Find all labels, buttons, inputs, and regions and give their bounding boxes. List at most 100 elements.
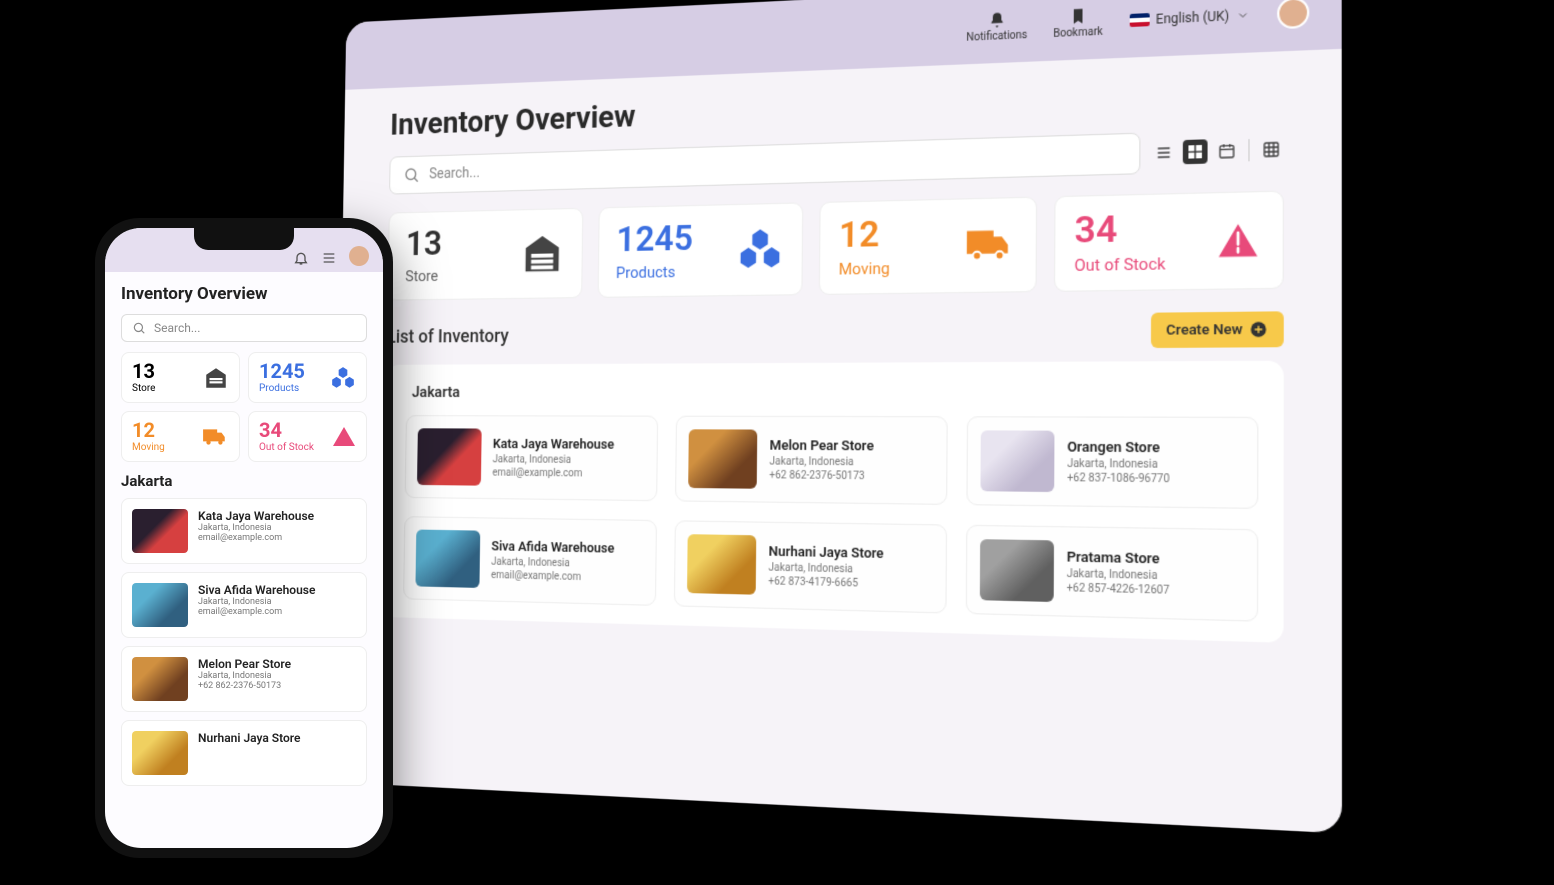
card-thumbnail xyxy=(687,534,756,595)
search-input[interactable]: Search... xyxy=(389,133,1140,195)
desktop-app: Notifications Bookmark English (UK) Inve… xyxy=(334,0,1342,833)
inventory-card[interactable]: Pratama Store Jakarta, Indonesia +62 857… xyxy=(965,525,1258,622)
stat-moving-value: 12 xyxy=(132,420,165,440)
card-contact: email@example.com xyxy=(491,569,614,583)
card-name: Orangen Store xyxy=(1067,439,1170,456)
stat-store[interactable]: 13 Store xyxy=(387,208,582,301)
card-thumbnail xyxy=(417,428,482,485)
stat-products-value: 1245 xyxy=(616,221,693,258)
mobile-device-frame: Inventory Overview Search... 13 Store 12… xyxy=(95,218,393,858)
stat-products[interactable]: 1245 Products xyxy=(248,352,367,403)
card-contact: +62 857-4226-12607 xyxy=(1067,582,1170,597)
search-placeholder: Search... xyxy=(429,165,480,183)
card-contact: +62 837-1086-96770 xyxy=(1067,472,1170,485)
mobile-app: Inventory Overview Search... 13 Store 12… xyxy=(105,228,383,848)
card-location: Jakarta, Indonesia xyxy=(198,523,314,533)
card-thumbnail xyxy=(688,429,757,488)
card-thumbnail xyxy=(132,731,188,775)
create-new-button[interactable]: Create New xyxy=(1150,311,1283,348)
boxes-icon xyxy=(737,225,784,274)
warning-icon xyxy=(1214,217,1262,265)
view-calendar-button[interactable] xyxy=(1214,138,1239,163)
bell-icon[interactable] xyxy=(293,250,309,266)
stat-store-value: 13 xyxy=(406,226,443,261)
search-input[interactable]: Search... xyxy=(121,314,367,342)
card-location: Jakarta, Indonesia xyxy=(491,556,614,570)
card-location: Jakarta, Indonesia xyxy=(1067,568,1170,582)
stat-moving-label: Moving xyxy=(132,442,165,453)
inventory-card[interactable]: Nurhani Jaya Store Jakarta, Indonesia +6… xyxy=(674,520,946,613)
stat-outofstock-value: 34 xyxy=(1074,210,1165,249)
card-contact: email@example.com xyxy=(198,607,315,617)
card-thumbnail xyxy=(132,509,188,553)
language-label: English (UK) xyxy=(1156,8,1229,27)
divider xyxy=(1248,139,1249,161)
card-name: Siva Afida Warehouse xyxy=(198,583,315,597)
stat-store[interactable]: 13 Store xyxy=(121,352,240,403)
language-selector[interactable]: English (UK) xyxy=(1129,7,1249,28)
list-title: List of Inventory xyxy=(387,325,509,347)
card-location: Jakarta, Indonesia xyxy=(769,456,873,469)
card-location: Jakarta, Indonesia xyxy=(493,454,615,466)
stat-store-label: Store xyxy=(132,383,155,394)
card-name: Pratama Store xyxy=(1067,549,1170,568)
notifications-label: Notifications xyxy=(966,29,1027,44)
bookmark-button[interactable]: Bookmark xyxy=(1053,6,1103,40)
stat-moving[interactable]: 12 Moving xyxy=(121,411,240,462)
view-list-button[interactable] xyxy=(1151,140,1176,165)
inventory-card[interactable]: Melon Pear Store Jakarta, Indonesia +62 … xyxy=(121,646,367,712)
card-location: Jakarta, Indonesia xyxy=(1067,458,1170,471)
create-new-label: Create New xyxy=(1166,321,1242,338)
search-placeholder: Search... xyxy=(154,321,200,335)
bookmark-icon xyxy=(1069,7,1087,25)
inventory-card[interactable]: Kata Jaya Warehouse Jakarta, Indonesia e… xyxy=(121,498,367,564)
warning-icon xyxy=(332,425,356,449)
inventory-card[interactable]: Melon Pear Store Jakarta, Indonesia +62 … xyxy=(675,416,947,505)
card-name: Siva Afida Warehouse xyxy=(491,538,614,556)
card-contact: +62 862-2376-50173 xyxy=(769,469,873,482)
card-location: Jakarta, Indonesia xyxy=(198,671,291,681)
inventory-card[interactable]: Siva Afida Warehouse Jakarta, Indonesia … xyxy=(121,572,367,638)
page-title: Inventory Overview xyxy=(121,284,367,304)
search-icon xyxy=(132,321,146,335)
card-name: Nurhani Jaya Store xyxy=(198,731,300,745)
card-location: Jakarta, Indonesia xyxy=(198,597,315,607)
stat-moving[interactable]: 12 Moving xyxy=(819,197,1037,295)
stat-outofstock-value: 34 xyxy=(259,420,314,440)
avatar[interactable] xyxy=(349,246,369,266)
card-name: Kata Jaya Warehouse xyxy=(198,509,314,523)
stat-store-value: 13 xyxy=(132,361,155,381)
card-thumbnail xyxy=(980,430,1054,492)
stat-products-label: Products xyxy=(616,262,693,282)
stat-products[interactable]: 1245 Products xyxy=(597,202,803,298)
inventory-card[interactable]: Siva Afida Warehouse Jakarta, Indonesia … xyxy=(403,516,657,606)
inventory-card[interactable]: Orangen Store Jakarta, Indonesia +62 837… xyxy=(966,416,1258,509)
view-grid-button[interactable] xyxy=(1183,139,1208,164)
region-heading: Jakarta xyxy=(121,472,367,490)
card-contact: email@example.com xyxy=(492,467,614,479)
stat-out-of-stock[interactable]: 34 Out of Stock xyxy=(1053,190,1283,291)
grid-icon xyxy=(1186,143,1204,161)
stat-products-label: Products xyxy=(259,383,305,394)
warehouse-icon xyxy=(203,365,229,391)
list-icon xyxy=(1155,144,1173,162)
menu-icon[interactable] xyxy=(321,250,337,266)
chevron-down-icon xyxy=(1236,8,1250,22)
notifications-button[interactable]: Notifications xyxy=(966,10,1027,44)
inventory-card[interactable]: Nurhani Jaya Store xyxy=(121,720,367,786)
card-thumbnail xyxy=(132,583,188,627)
stat-out-of-stock[interactable]: 34 Out of Stock xyxy=(248,411,367,462)
card-contact: +62 873-4179-6665 xyxy=(768,575,883,589)
inventory-card[interactable]: Kata Jaya Warehouse Jakarta, Indonesia e… xyxy=(405,415,659,501)
stat-outofstock-label: Out of Stock xyxy=(259,442,314,453)
stat-products-value: 1245 xyxy=(259,361,305,381)
avatar[interactable] xyxy=(1277,0,1309,29)
uk-flag-icon xyxy=(1129,13,1149,27)
bell-icon xyxy=(988,11,1005,29)
stat-moving-value: 12 xyxy=(839,216,890,253)
card-name: Nurhani Jaya Store xyxy=(769,543,884,561)
card-name: Melon Pear Store xyxy=(198,657,291,671)
table-icon xyxy=(1262,140,1280,158)
view-table-button[interactable] xyxy=(1259,137,1284,162)
card-name: Kata Jaya Warehouse xyxy=(493,436,615,452)
